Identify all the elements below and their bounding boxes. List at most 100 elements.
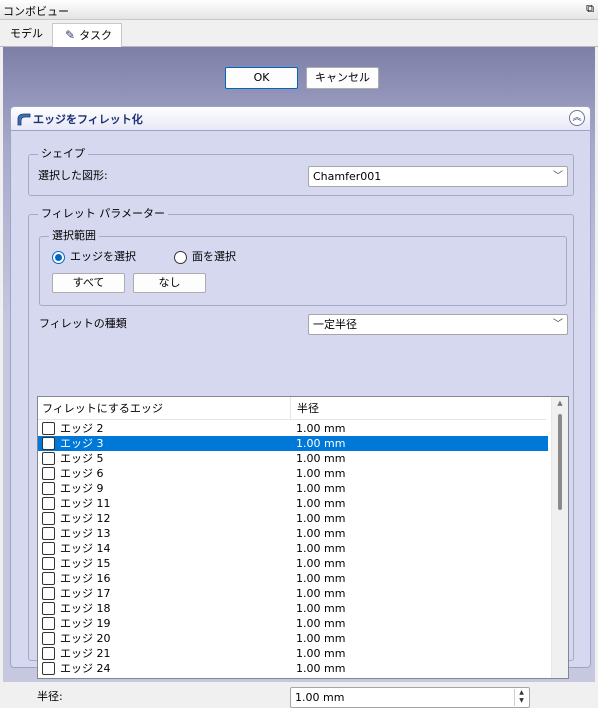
select-faces-label: 面を選択 — [192, 250, 236, 263]
task-panel: OK キャンセル エッジをフィレット化 ︽ シェイプ 選択した図形: Chamf… — [3, 47, 595, 708]
table-row[interactable]: エッジ 16 1.00 mm — [38, 571, 548, 586]
radius-stepper[interactable]: ▲ ▼ — [514, 689, 528, 706]
step-down-icon[interactable]: ▼ — [515, 697, 528, 705]
table-row[interactable]: エッジ 6 1.00 mm — [38, 466, 548, 481]
edge-checkbox[interactable] — [42, 542, 55, 555]
edge-radius[interactable]: 1.00 mm — [296, 556, 345, 571]
edge-name: エッジ 2 — [60, 422, 104, 435]
select-edges-label: エッジを選択 — [70, 250, 136, 263]
table-row[interactable]: エッジ 20 1.00 mm — [38, 631, 548, 646]
scroll-up-icon[interactable]: ▲ — [552, 399, 568, 407]
edge-checkbox[interactable] — [42, 512, 55, 525]
table-row[interactable]: エッジ 12 1.00 mm — [38, 511, 548, 526]
vertical-scrollbar[interactable]: ▲ — [551, 397, 568, 678]
table-row[interactable]: エッジ 11 1.00 mm — [38, 496, 548, 511]
edge-name: エッジ 18 — [60, 602, 111, 615]
edge-checkbox[interactable] — [42, 452, 55, 465]
edge-checkbox[interactable] — [42, 587, 55, 600]
panel-header[interactable]: エッジをフィレット化 ︽ — [11, 107, 590, 131]
tab-model-label: モデル — [10, 27, 43, 40]
edge-checkbox[interactable] — [42, 482, 55, 495]
collapse-icon[interactable]: ︽ — [569, 110, 585, 126]
fillet-type-combo[interactable]: 一定半径 ﹀ — [308, 314, 568, 335]
edge-checkbox[interactable] — [42, 422, 55, 435]
table-row[interactable]: エッジ 24 1.00 mm — [38, 661, 548, 676]
column-header-radius[interactable]: 半径 — [291, 397, 546, 420]
edge-radius[interactable]: 1.00 mm — [296, 421, 345, 436]
table-row[interactable]: エッジ 14 1.00 mm — [38, 541, 548, 556]
selected-shape-label: 選択した図形: — [38, 169, 108, 182]
edge-radius[interactable]: 1.00 mm — [296, 631, 345, 646]
edge-checkbox[interactable] — [42, 527, 55, 540]
fillet-edges-panel: エッジをフィレット化 ︽ シェイプ 選択した図形: Chamfer001 ﹀ フ… — [10, 106, 591, 708]
chevron-down-icon: ﹀ — [553, 319, 563, 330]
edge-radius[interactable]: 1.00 mm — [296, 646, 345, 661]
undock-icon[interactable]: ⧉ — [586, 2, 594, 16]
table-row[interactable]: エッジ 2 1.00 mm — [38, 421, 548, 436]
column-header-edges[interactable]: フィレットにするエッジ — [38, 397, 291, 420]
table-row[interactable]: エッジ 15 1.00 mm — [38, 556, 548, 571]
select-none-button[interactable]: なし — [133, 273, 206, 293]
table-row[interactable]: エッジ 5 1.00 mm — [38, 451, 548, 466]
edge-name: エッジ 21 — [60, 647, 111, 660]
radius-spinbox[interactable]: 1.00 mm ▲ ▼ — [290, 687, 530, 708]
edge-radius[interactable]: 1.00 mm — [296, 496, 345, 511]
edge-radius[interactable]: 1.00 mm — [296, 571, 345, 586]
tab-task[interactable]: ✎ タスク — [52, 23, 122, 47]
panel-title: エッジをフィレット化 — [33, 113, 143, 126]
step-up-icon[interactable]: ▲ — [515, 689, 528, 697]
scroll-thumb[interactable] — [558, 414, 562, 510]
edge-name: エッジ 9 — [60, 482, 104, 495]
edge-rows: エッジ 2 1.00 mm エッジ 3 1.00 mm エッジ 5 1.00 mm エッジ … — [38, 421, 548, 676]
edge-checkbox[interactable] — [42, 632, 55, 645]
cancel-button[interactable]: キャンセル — [306, 67, 379, 89]
edge-radius[interactable]: 1.00 mm — [296, 601, 345, 616]
selection-group-title: 選択範囲 — [49, 229, 99, 243]
selected-shape-value: Chamfer001 — [313, 170, 382, 183]
edge-radius[interactable]: 1.00 mm — [296, 511, 345, 526]
fillet-type-label: フィレットの種類 — [39, 317, 127, 330]
edge-radius[interactable]: 1.00 mm — [296, 661, 345, 676]
select-all-button[interactable]: すべて — [52, 273, 125, 293]
edge-checkbox[interactable] — [42, 437, 55, 450]
edge-radius[interactable]: 1.00 mm — [296, 616, 345, 631]
edge-radius[interactable]: 1.00 mm — [296, 526, 345, 541]
selection-group: 選択範囲 エッジを選択 面を選択 すべて なし — [39, 229, 567, 306]
table-row[interactable]: エッジ 19 1.00 mm — [38, 616, 548, 631]
edge-radius[interactable]: 1.00 mm — [296, 466, 345, 481]
radius-label: 半径: — [37, 690, 63, 703]
select-edges-radio[interactable] — [52, 251, 65, 264]
edge-checkbox[interactable] — [42, 497, 55, 510]
edge-checkbox[interactable] — [42, 557, 55, 570]
edge-radius[interactable]: 1.00 mm — [296, 586, 345, 601]
edge-radius[interactable]: 1.00 mm — [296, 451, 345, 466]
selected-shape-combo[interactable]: Chamfer001 ﹀ — [308, 166, 568, 187]
table-row[interactable]: エッジ 17 1.00 mm — [38, 586, 548, 601]
table-row[interactable]: エッジ 9 1.00 mm — [38, 481, 548, 496]
select-faces-radio[interactable] — [174, 251, 187, 264]
edge-radius[interactable]: 1.00 mm — [296, 541, 345, 556]
pencil-icon: ✎ — [65, 28, 76, 42]
edge-checkbox[interactable] — [42, 602, 55, 615]
table-row[interactable]: エッジ 13 1.00 mm — [38, 526, 548, 541]
edge-name: エッジ 17 — [60, 587, 111, 600]
edge-name: エッジ 3 — [60, 437, 104, 450]
ok-button[interactable]: OK — [225, 67, 298, 89]
edge-checkbox[interactable] — [42, 662, 55, 675]
edge-checkbox[interactable] — [42, 467, 55, 480]
edge-name: エッジ 6 — [60, 467, 104, 480]
table-row[interactable]: エッジ 3 1.00 mm — [38, 436, 548, 451]
fillet-icon — [17, 113, 31, 126]
edge-name: エッジ 24 — [60, 662, 111, 675]
edge-checkbox[interactable] — [42, 572, 55, 585]
table-row[interactable]: エッジ 21 1.00 mm — [38, 646, 548, 661]
edge-checkbox[interactable] — [42, 617, 55, 630]
edge-radius[interactable]: 1.00 mm — [296, 436, 345, 451]
edge-checkbox[interactable] — [42, 647, 55, 660]
edge-name: エッジ 12 — [60, 512, 111, 525]
window-title: コンボビュー — [3, 5, 69, 18]
table-row[interactable]: エッジ 18 1.00 mm — [38, 601, 548, 616]
edge-radius[interactable]: 1.00 mm — [296, 481, 345, 496]
tab-model[interactable]: モデル — [2, 23, 51, 47]
edge-table[interactable]: フィレットにするエッジ 半径 エッジ 2 1.00 mm エッジ 3 1.00 mm エ… — [37, 396, 569, 679]
